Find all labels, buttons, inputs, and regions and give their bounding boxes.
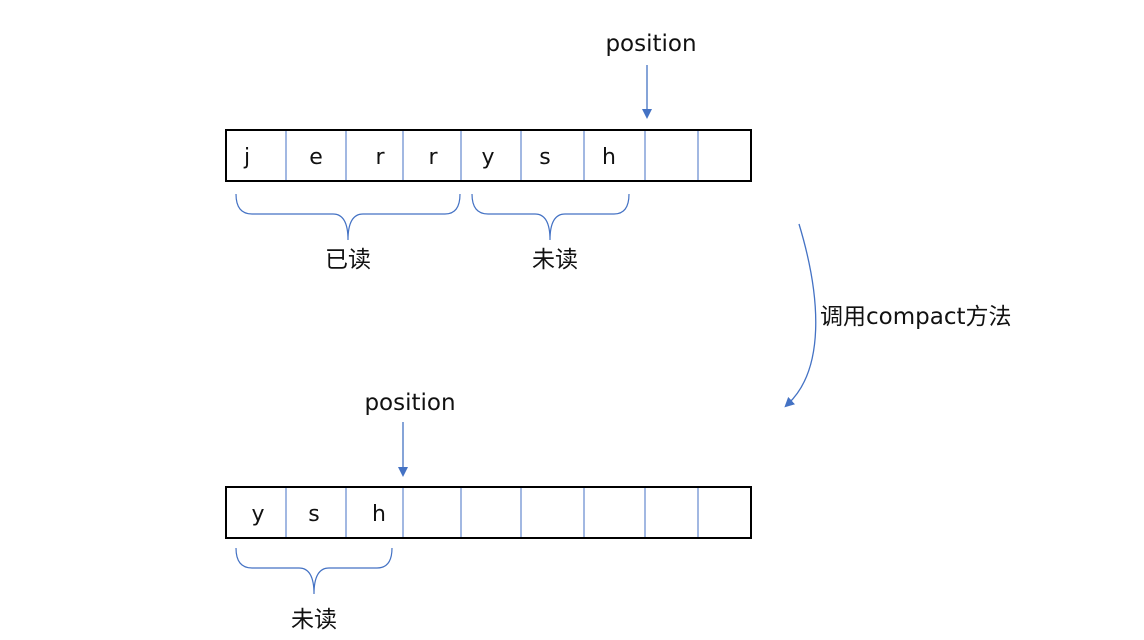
bottom-buffer-outline xyxy=(225,486,752,539)
top-read-brace xyxy=(235,193,461,241)
top-read-label: 已读 xyxy=(325,247,371,273)
compact-transition-arrow xyxy=(784,223,817,408)
top-cell-char: e xyxy=(309,145,323,170)
buffer-compact-diagram: position j e r r y s h 已读 未读 调用compact方法… xyxy=(0,0,1144,636)
bottom-unread-brace xyxy=(235,547,393,595)
top-position-label: position xyxy=(605,31,696,57)
compact-transition-label: 调用compact方法 xyxy=(820,304,1011,330)
bottom-cell-char: y xyxy=(251,502,264,527)
bottom-cell-char: h xyxy=(372,502,386,527)
bottom-position-label: position xyxy=(364,390,455,416)
bottom-buffer: y s h xyxy=(225,486,752,539)
bottom-unread-label: 未读 xyxy=(291,607,337,633)
top-cell-char: j xyxy=(243,145,250,170)
top-unread-label: 未读 xyxy=(532,247,578,273)
top-cell-char: s xyxy=(539,145,550,170)
top-cell-char: r xyxy=(375,145,385,170)
top-unread-brace xyxy=(471,193,630,241)
diagram-canvas: position j e r r y s h 已读 未读 调用compact方法… xyxy=(225,31,1011,633)
top-cell-char: h xyxy=(602,145,616,170)
top-cell-char: r xyxy=(428,145,438,170)
top-cell-char: y xyxy=(481,145,494,170)
bottom-cell-char: s xyxy=(308,502,319,527)
top-buffer: j e r r y s h xyxy=(225,129,752,182)
